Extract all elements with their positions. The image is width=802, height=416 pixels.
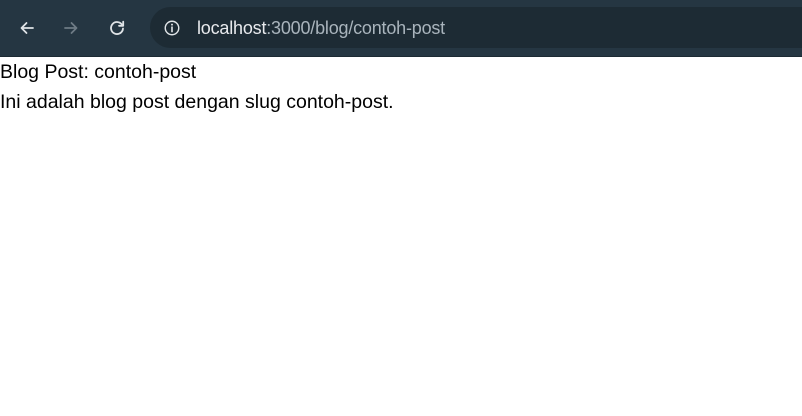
site-info-button[interactable] xyxy=(159,15,185,41)
back-button[interactable] xyxy=(10,11,44,45)
address-bar[interactable]: localhost:3000/blog/contoh-post xyxy=(150,7,802,48)
url-text[interactable]: localhost:3000/blog/contoh-post xyxy=(197,18,445,38)
reload-icon xyxy=(110,20,125,35)
page-title: Blog Post: contoh-post xyxy=(0,61,197,83)
info-circle-icon xyxy=(164,20,180,36)
reload-button[interactable] xyxy=(100,11,134,45)
arrow-left-icon xyxy=(20,22,34,34)
forward-button[interactable] xyxy=(54,11,88,45)
browser-toolbar: localhost:3000/blog/contoh-post xyxy=(0,0,802,57)
arrow-right-icon xyxy=(64,22,78,34)
page-content: Blog Post: contoh-post Ini adalah blog p… xyxy=(0,57,802,416)
url-host: localhost xyxy=(197,18,267,38)
post-body-text: Ini adalah blog post dengan slug contoh-… xyxy=(0,91,394,113)
url-path: :3000/blog/contoh-post xyxy=(266,18,445,38)
